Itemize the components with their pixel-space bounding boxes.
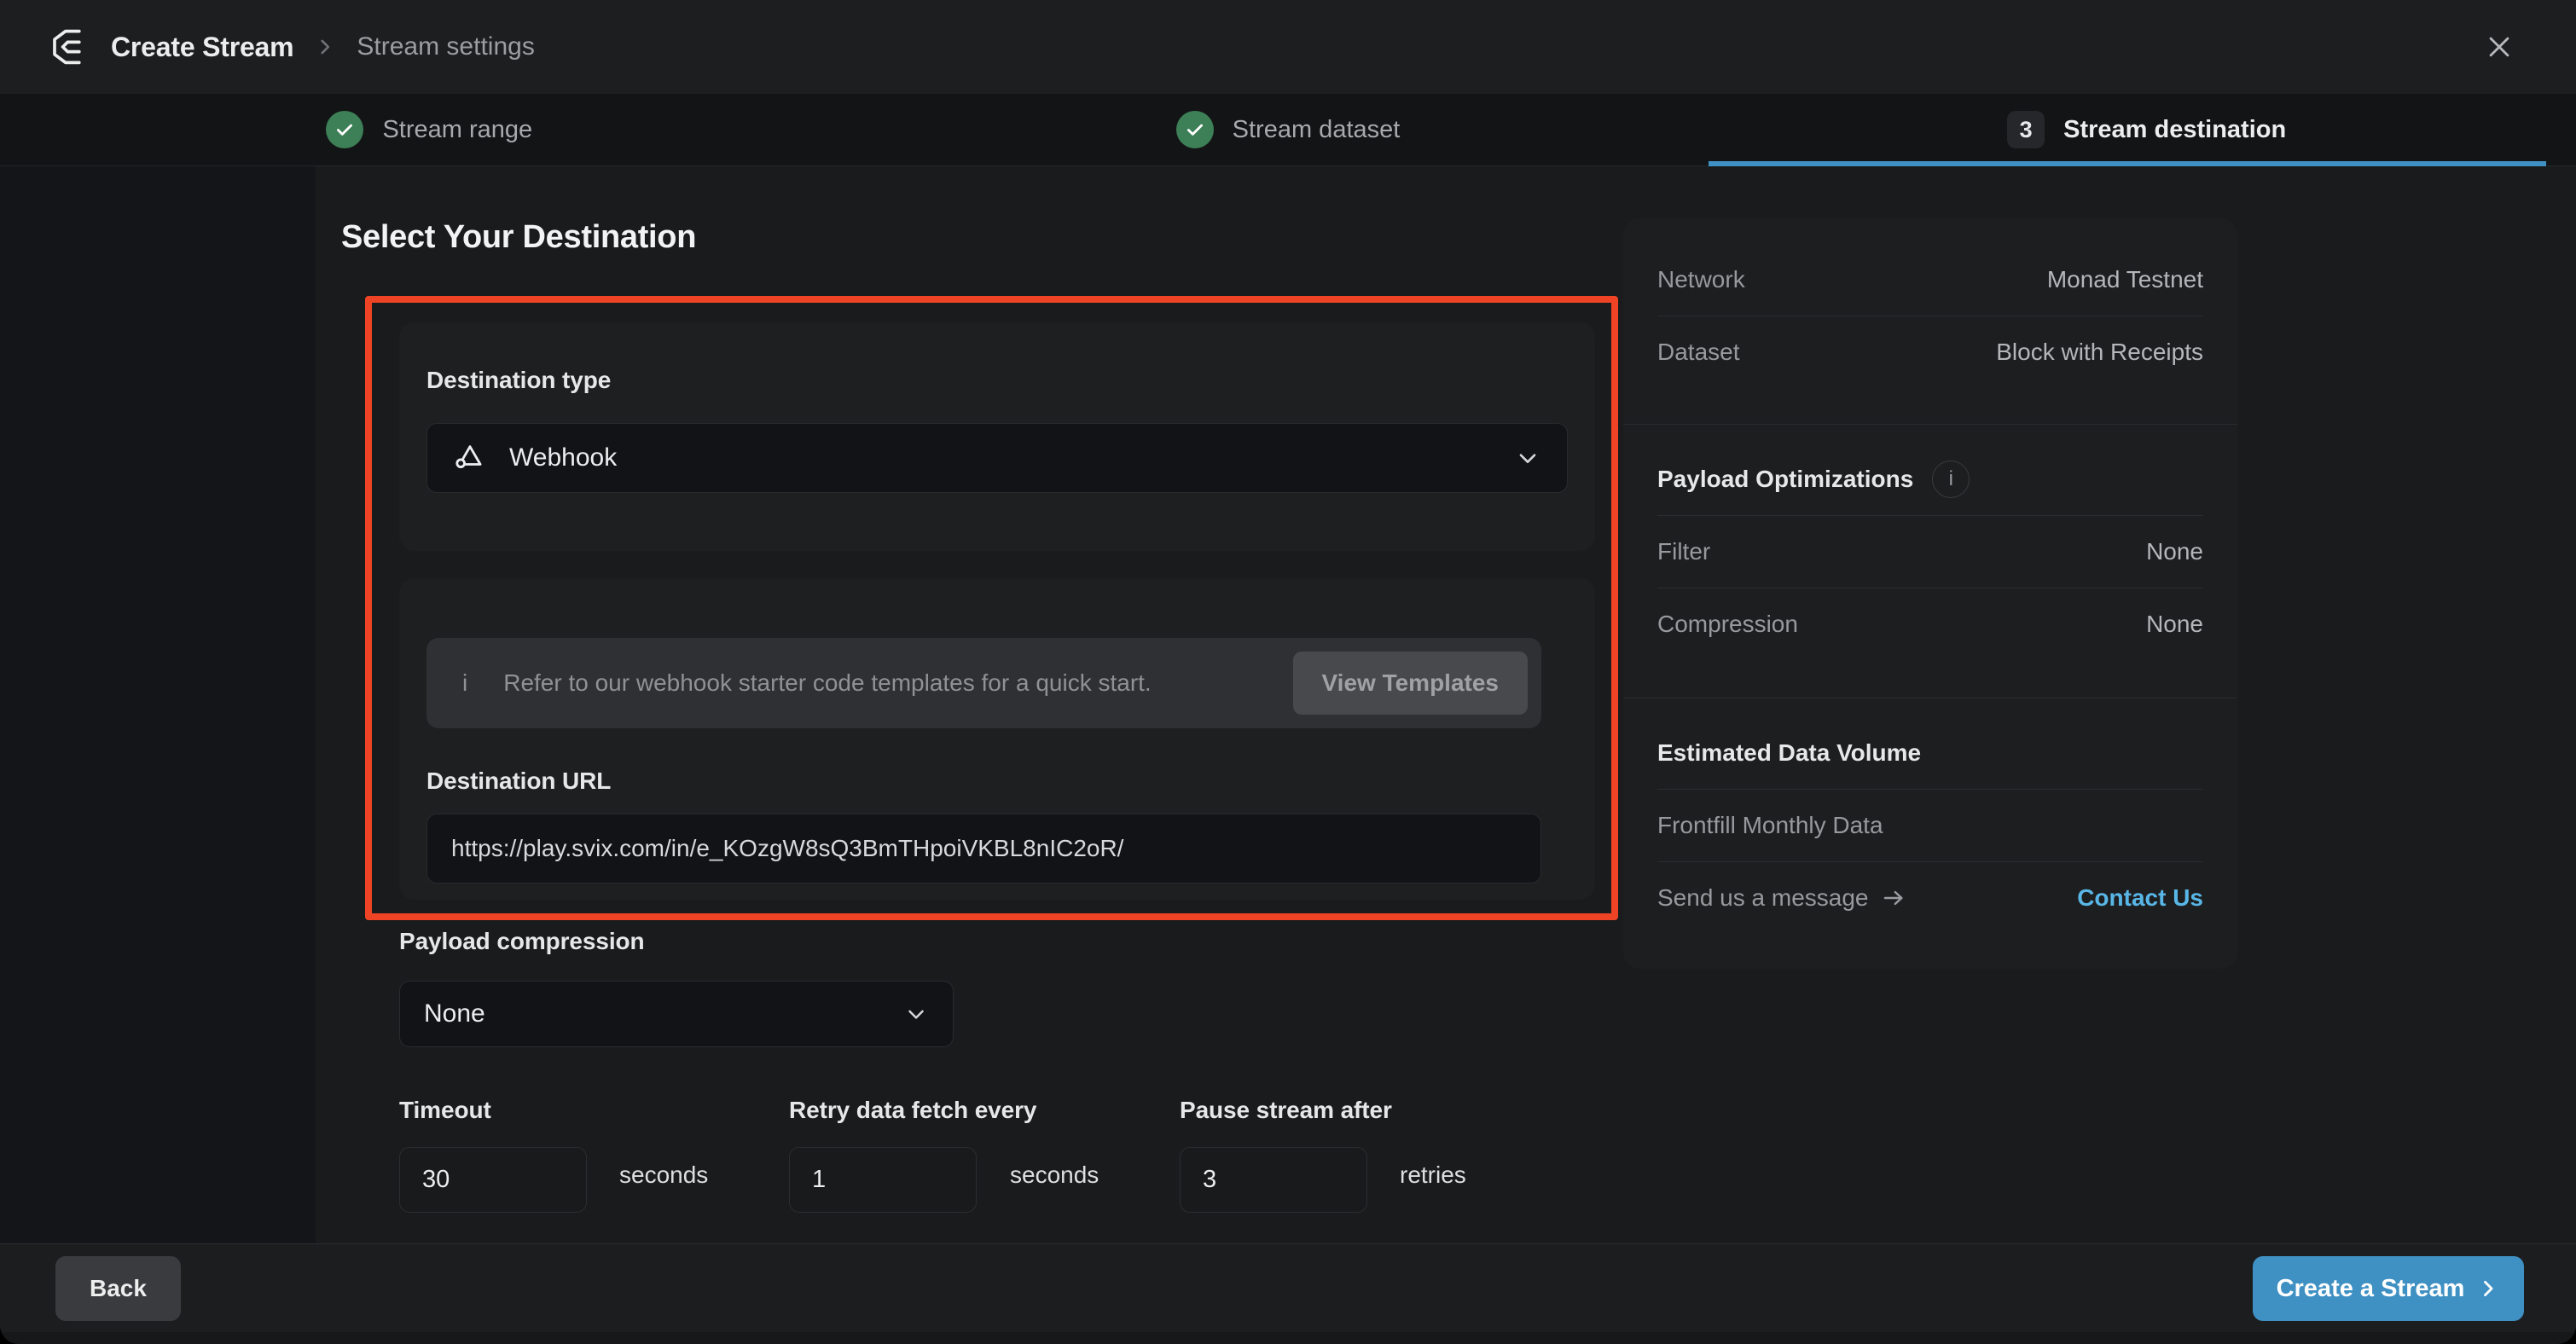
breadcrumb-chevron-icon [314,36,336,58]
chevron-right-icon [2476,1277,2500,1301]
destination-type-value: Webhook [509,443,617,472]
webhook-settings-card: i Refer to our webhook starter code temp… [399,578,1595,900]
footer-bar: Back Create a Stream [0,1243,2576,1332]
payload-compression-select[interactable]: None [399,981,954,1047]
summary-row-payload-title: Payload Optimizations i [1657,443,2203,515]
step-number-badge: 3 [2007,111,2045,148]
destination-type-select[interactable]: Webhook [426,423,1568,493]
step-complete-check-icon [1176,111,1214,148]
step-complete-check-icon [326,111,363,148]
summary-section-network: Network Monad Testnet Dataset Block with… [1623,218,2237,424]
network-label: Network [1657,266,1745,293]
info-icon[interactable]: i [1932,461,1970,498]
step-stream-range[interactable]: Stream range [0,94,859,165]
retry-input[interactable] [789,1147,977,1213]
summary-row-filter: Filter None [1657,516,2203,588]
summary-row-contact: Send us a message Contact Us [1657,862,2203,934]
quicknode-logo-icon [48,26,89,67]
retry-label: Retry data fetch every [789,1097,1036,1124]
step-label: Stream destination [2063,116,2286,144]
close-button[interactable] [2475,23,2523,71]
chevron-down-icon [903,1001,929,1027]
page-title: Create Stream [111,32,293,63]
timeout-unit: seconds [619,1162,708,1189]
summary-row-network: Network Monad Testnet [1657,244,2203,316]
contact-us-link[interactable]: Contact Us [2077,884,2203,912]
destination-type-label: Destination type [426,367,611,394]
filter-label: Filter [1657,538,1710,565]
step-stream-destination[interactable]: 3 Stream destination [1717,94,2576,165]
compression-label: Compression [1657,611,1798,638]
destination-url-label: Destination URL [426,768,611,795]
step-label: Stream dataset [1233,116,1401,144]
breadcrumb: Stream settings [357,32,534,61]
left-gutter [0,166,316,1243]
summary-row-dataset: Dataset Block with Receipts [1657,316,2203,388]
create-stream-button[interactable]: Create a Stream [2253,1256,2524,1321]
frontfill-label: Frontfill Monthly Data [1657,812,1883,839]
timeout-label: Timeout [399,1097,491,1124]
destination-url-input[interactable] [426,814,1541,883]
filter-value: None [2146,538,2203,565]
payload-optimizations-title: Payload Optimizations [1657,466,1913,493]
section-heading: Select Your Destination [341,219,696,256]
destination-type-card: Destination type Webhook [399,322,1595,551]
back-button[interactable]: Back [55,1256,181,1321]
summary-section-volume: Estimated Data Volume Frontfill Monthly … [1623,698,2237,954]
estimated-volume-title: Estimated Data Volume [1657,739,1921,767]
summary-row-volume-title: Estimated Data Volume [1657,717,2203,789]
top-bar: Create Stream Stream settings [0,0,2576,94]
step-label: Stream range [382,116,532,144]
templates-info-banner: i Refer to our webhook starter code temp… [426,638,1541,728]
stepper: Stream range Stream dataset 3 Stream des… [0,94,2576,166]
pause-label: Pause stream after [1180,1097,1392,1124]
webhook-icon [453,441,487,475]
timeout-input[interactable] [399,1147,587,1213]
info-icon: i [462,669,467,697]
contact-message-label: Send us a message [1657,884,1869,912]
compression-value: None [2146,611,2203,638]
payload-compression-value: None [424,999,485,1028]
chevron-down-icon [1514,444,1541,472]
arrow-right-icon [1881,885,1906,911]
summary-section-payload: Payload Optimizations i Filter None Comp… [1623,425,2237,698]
dataset-label: Dataset [1657,339,1740,366]
retry-unit: seconds [1010,1162,1099,1189]
view-templates-button[interactable]: View Templates [1293,652,1529,715]
banner-text: Refer to our webhook starter code templa… [503,669,1151,697]
close-icon [2485,32,2514,61]
stream-summary-card: Network Monad Testnet Dataset Block with… [1623,218,2237,969]
create-stream-label: Create a Stream [2277,1275,2465,1303]
dataset-value: Block with Receipts [1996,339,2203,366]
summary-row-compression: Compression None [1657,588,2203,660]
pause-unit: retries [1400,1162,1466,1189]
payload-compression-label: Payload compression [399,928,645,955]
network-value: Monad Testnet [2047,266,2203,293]
summary-row-frontfill: Frontfill Monthly Data [1657,790,2203,861]
create-stream-modal: Create Stream Stream settings Stream ran… [0,0,2576,1344]
pause-input[interactable] [1180,1147,1367,1213]
step-stream-dataset[interactable]: Stream dataset [859,94,1718,165]
content-area: Select Your Destination Destination type… [0,166,2576,1243]
